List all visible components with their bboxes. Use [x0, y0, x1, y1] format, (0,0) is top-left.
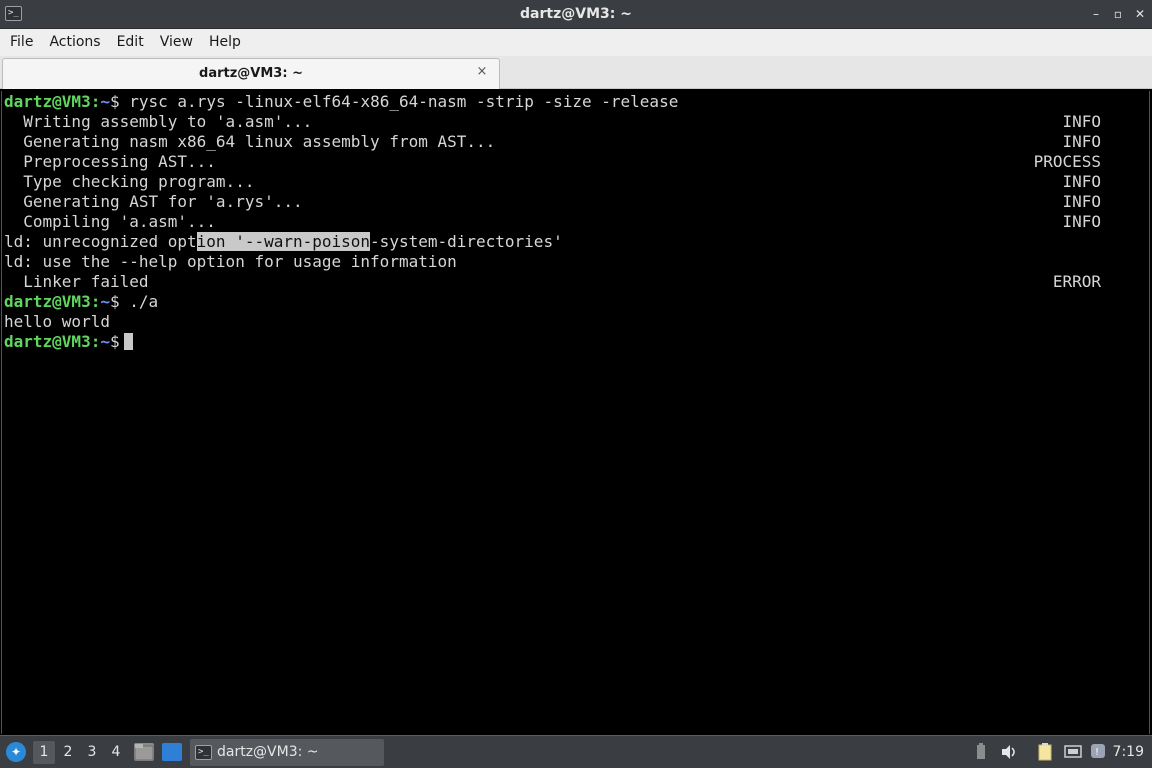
svg-text:!: ! — [1095, 747, 1099, 758]
taskbar-task-terminal[interactable]: >_ dartz@VM3: ~ — [190, 739, 384, 766]
menu-bar: File Actions Edit View Help — [0, 29, 1152, 56]
clipboard-icon[interactable] — [1036, 743, 1054, 761]
menu-file[interactable]: File — [2, 29, 41, 56]
taskbar: ✦ 1 2 3 4 >_ dartz@VM3: ~ ! 7:19 — [0, 735, 1152, 768]
log-line: Type checking program... — [4, 172, 255, 191]
prompt-user: dartz@VM3 — [4, 332, 91, 351]
log-status: PROCESS — [1033, 152, 1101, 171]
tab-label: dartz@VM3: ~ — [199, 66, 303, 81]
error-status: ERROR — [1052, 272, 1101, 291]
file-manager-icon[interactable] — [134, 743, 154, 761]
prompt-symbol: $ — [109, 332, 120, 351]
close-icon[interactable]: ✕ — [1131, 5, 1149, 23]
menu-help[interactable]: Help — [201, 29, 249, 56]
terminal-cursor — [123, 333, 133, 350]
ld-error-line: ld: unrecognized option '--warn-poison-s… — [4, 232, 563, 252]
terminal-line: dartz@VM3:~$ rysc a.rys -linux-elf64-x86… — [4, 92, 678, 112]
log-status: INFO — [1062, 172, 1101, 191]
prompt-separator: : — [90, 292, 101, 311]
window-titlebar: >_ dartz@VM3: ~ – ▫ ✕ — [0, 0, 1152, 29]
terminal-task-icon: >_ — [195, 745, 212, 760]
log-line: Preprocessing AST... — [4, 152, 216, 171]
program-output: hello world — [4, 312, 110, 331]
menu-view[interactable]: View — [152, 29, 201, 56]
log-line: Generating AST for 'a.rys'... — [4, 192, 303, 211]
tab-bar: dartz@VM3: ~ × — [0, 56, 1152, 89]
battery-icon[interactable] — [972, 743, 990, 761]
network-icon[interactable] — [1064, 743, 1082, 761]
app-menu-icon[interactable]: ✦ — [6, 742, 26, 762]
prompt-symbol: $ — [109, 292, 120, 311]
workspace-3[interactable]: 3 — [81, 741, 103, 764]
terminal-output[interactable]: dartz@VM3:~$ rysc a.rys -linux-elf64-x86… — [1, 91, 1150, 734]
prompt-dir: ~ — [100, 332, 110, 351]
menu-edit[interactable]: Edit — [109, 29, 152, 56]
command-text: rysc a.rys -linux-elf64-x86_64-nasm -str… — [119, 92, 679, 111]
clock: 7:19 — [1112, 744, 1144, 760]
log-line: Writing assembly to 'a.asm'... — [4, 112, 313, 131]
tab-terminal[interactable]: dartz@VM3: ~ × — [2, 58, 500, 89]
log-line: Generating nasm x86_64 linux assembly fr… — [4, 132, 496, 151]
log-status: INFO — [1062, 212, 1101, 231]
terminal-line: dartz@VM3:~$ — [4, 332, 133, 352]
prompt-separator: : — [90, 332, 101, 351]
minimize-icon[interactable]: – — [1087, 5, 1105, 23]
workspace-1[interactable]: 1 — [33, 741, 55, 764]
prompt-separator: : — [90, 92, 101, 111]
ld-help-line: ld: use the --help option for usage info… — [4, 252, 457, 271]
task-label: dartz@VM3: ~ — [217, 744, 319, 760]
prompt-user: dartz@VM3 — [4, 292, 91, 311]
prompt-user: dartz@VM3 — [4, 92, 91, 111]
ld-error-text-rest: -system-directories' — [370, 232, 563, 251]
text-selection: ion '--warn-poison — [196, 232, 371, 251]
menu-actions[interactable]: Actions — [41, 29, 108, 56]
log-line: Compiling 'a.asm'... — [4, 212, 216, 231]
prompt-dir: ~ — [100, 292, 110, 311]
notification-icon[interactable]: ! — [1090, 743, 1108, 761]
prompt-dir: ~ — [100, 92, 110, 111]
show-desktop-icon[interactable] — [162, 743, 182, 761]
prompt-symbol: $ — [109, 92, 120, 111]
command-text: ./a — [119, 292, 159, 311]
log-status: INFO — [1062, 192, 1101, 211]
log-status: INFO — [1062, 132, 1101, 151]
workspace-4[interactable]: 4 — [105, 741, 127, 764]
log-status: INFO — [1062, 112, 1101, 131]
terminal-line: dartz@VM3:~$ ./a — [4, 292, 158, 312]
volume-icon[interactable] — [1000, 743, 1018, 761]
workspace-2[interactable]: 2 — [57, 741, 79, 764]
window-title: dartz@VM3: ~ — [520, 6, 632, 22]
tab-close-icon[interactable]: × — [475, 65, 489, 79]
linker-failed-line: Linker failed — [4, 272, 149, 291]
maximize-icon[interactable]: ▫ — [1109, 5, 1127, 23]
ld-error-text: ld: unrecognized opt — [4, 232, 197, 251]
